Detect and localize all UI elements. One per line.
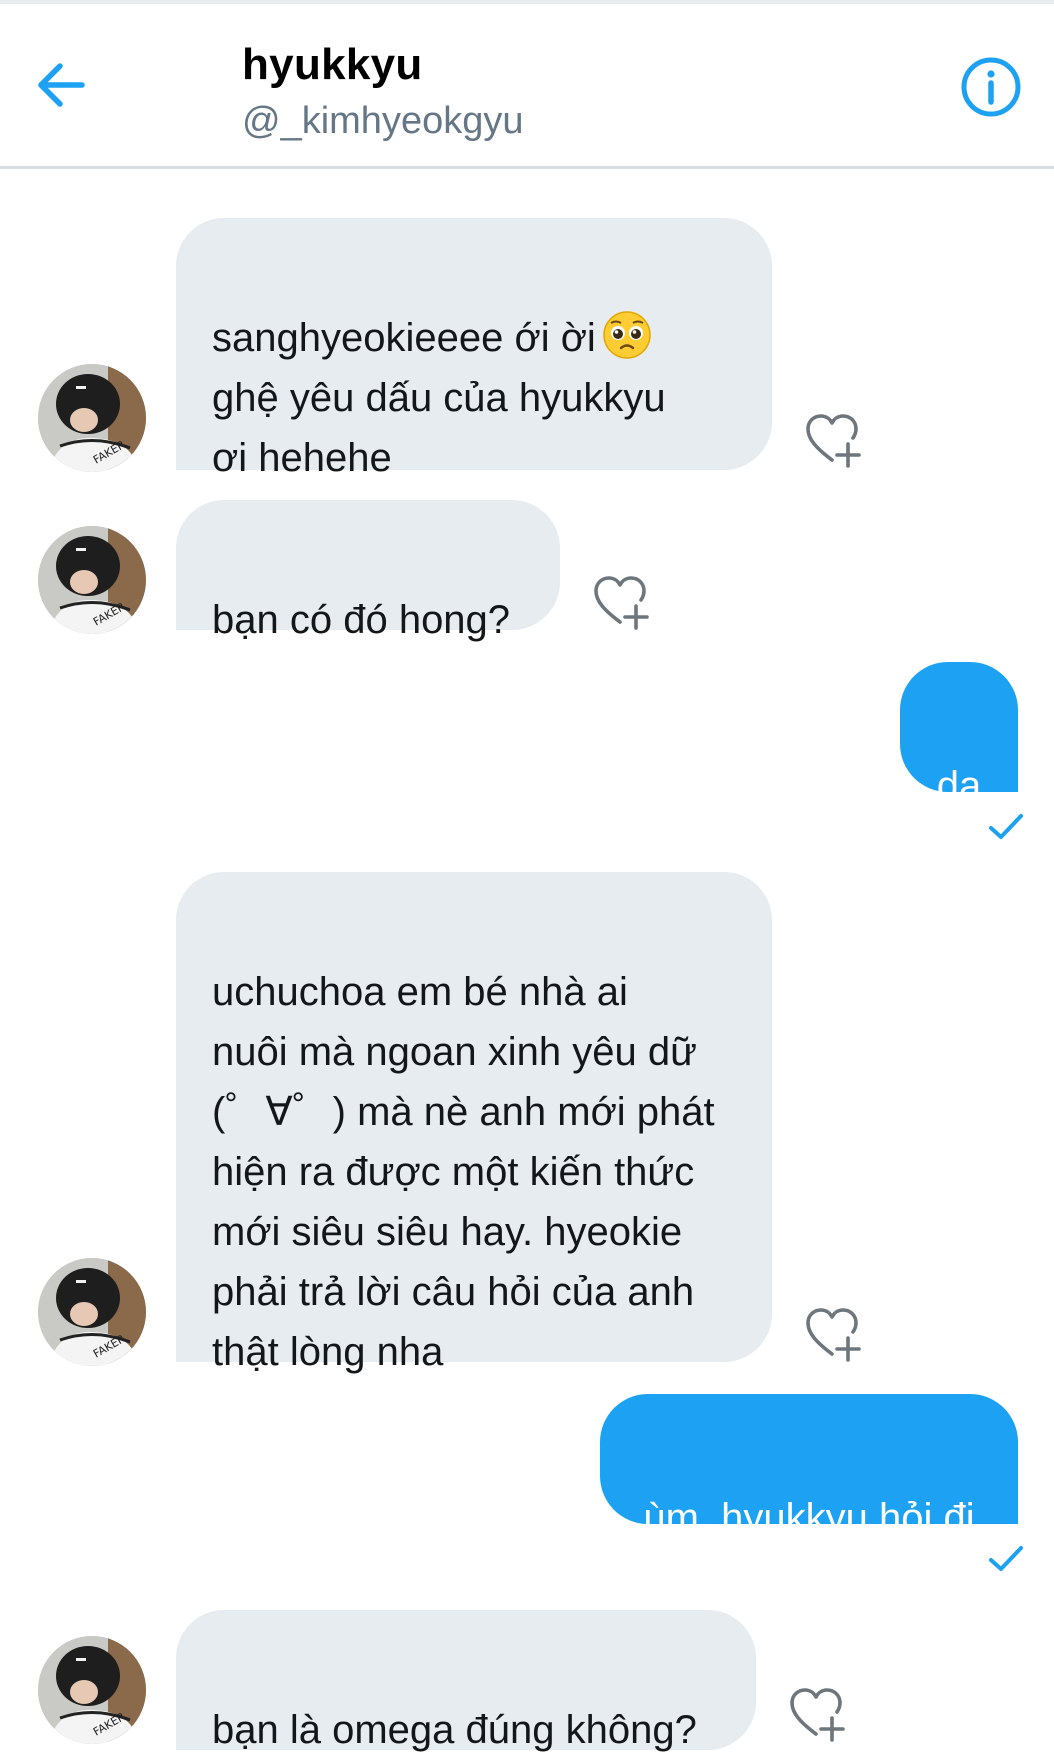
read-receipt: [988, 812, 1024, 842]
avatar[interactable]: FAKER: [38, 526, 146, 634]
message-bubble-incoming[interactable]: sanghyeokieeee ới ời ghệ yêu dấu của hyu…: [176, 218, 772, 480]
like-message-button[interactable]: [802, 408, 866, 472]
message-bubble-incoming[interactable]: uchuchoa em bé nhà ai nuôi mà ngoan xinh…: [176, 872, 772, 1374]
heart-plus-icon: [806, 1308, 861, 1362]
message-bubble-incoming[interactable]: bạn có đó hong?: [176, 500, 560, 642]
arrow-left-icon: [38, 63, 85, 107]
check-icon: [989, 1546, 1023, 1571]
heart-plus-icon: [594, 576, 649, 630]
avatar[interactable]: FAKER: [38, 1636, 146, 1744]
message-text: bạn là omega đúng không?: [212, 1708, 697, 1752]
heart-plus-icon: [790, 1688, 845, 1742]
heart-plus-icon: [806, 414, 861, 468]
message-text: dạ: [936, 764, 982, 808]
message-text: sanghyeokieeee ới ời ghệ yêu dấu của hyu…: [212, 311, 666, 480]
pleading-face-emoji: [603, 311, 651, 359]
back-button[interactable]: [30, 52, 96, 118]
conversation-handle: @_kimhyeokgyu: [242, 100, 524, 142]
read-receipt: [988, 1544, 1024, 1574]
check-icon: [989, 814, 1023, 839]
message-text: bạn có đó hong?: [212, 598, 511, 642]
message-text: ùm, hyukkyu hỏi đi: [643, 1496, 975, 1540]
conversation-header: hyukkyu @_kimhyeokgyu: [0, 4, 1054, 169]
like-message-button[interactable]: [802, 1302, 866, 1366]
like-message-button[interactable]: [786, 1682, 850, 1746]
avatar[interactable]: FAKER: [38, 1258, 146, 1366]
message-bubble-outgoing[interactable]: dạ: [900, 662, 1018, 808]
info-button[interactable]: [960, 56, 1022, 118]
avatar[interactable]: FAKER: [38, 364, 146, 472]
message-text: uchuchoa em bé nhà ai nuôi mà ngoan xinh…: [212, 970, 715, 1374]
conversation-name: hyukkyu: [242, 40, 423, 89]
message-bubble-incoming[interactable]: bạn là omega đúng không?: [176, 1610, 756, 1752]
message-bubble-outgoing[interactable]: ùm, hyukkyu hỏi đi: [600, 1394, 1018, 1540]
info-circle-icon: [961, 57, 1021, 117]
like-message-button[interactable]: [590, 570, 654, 634]
